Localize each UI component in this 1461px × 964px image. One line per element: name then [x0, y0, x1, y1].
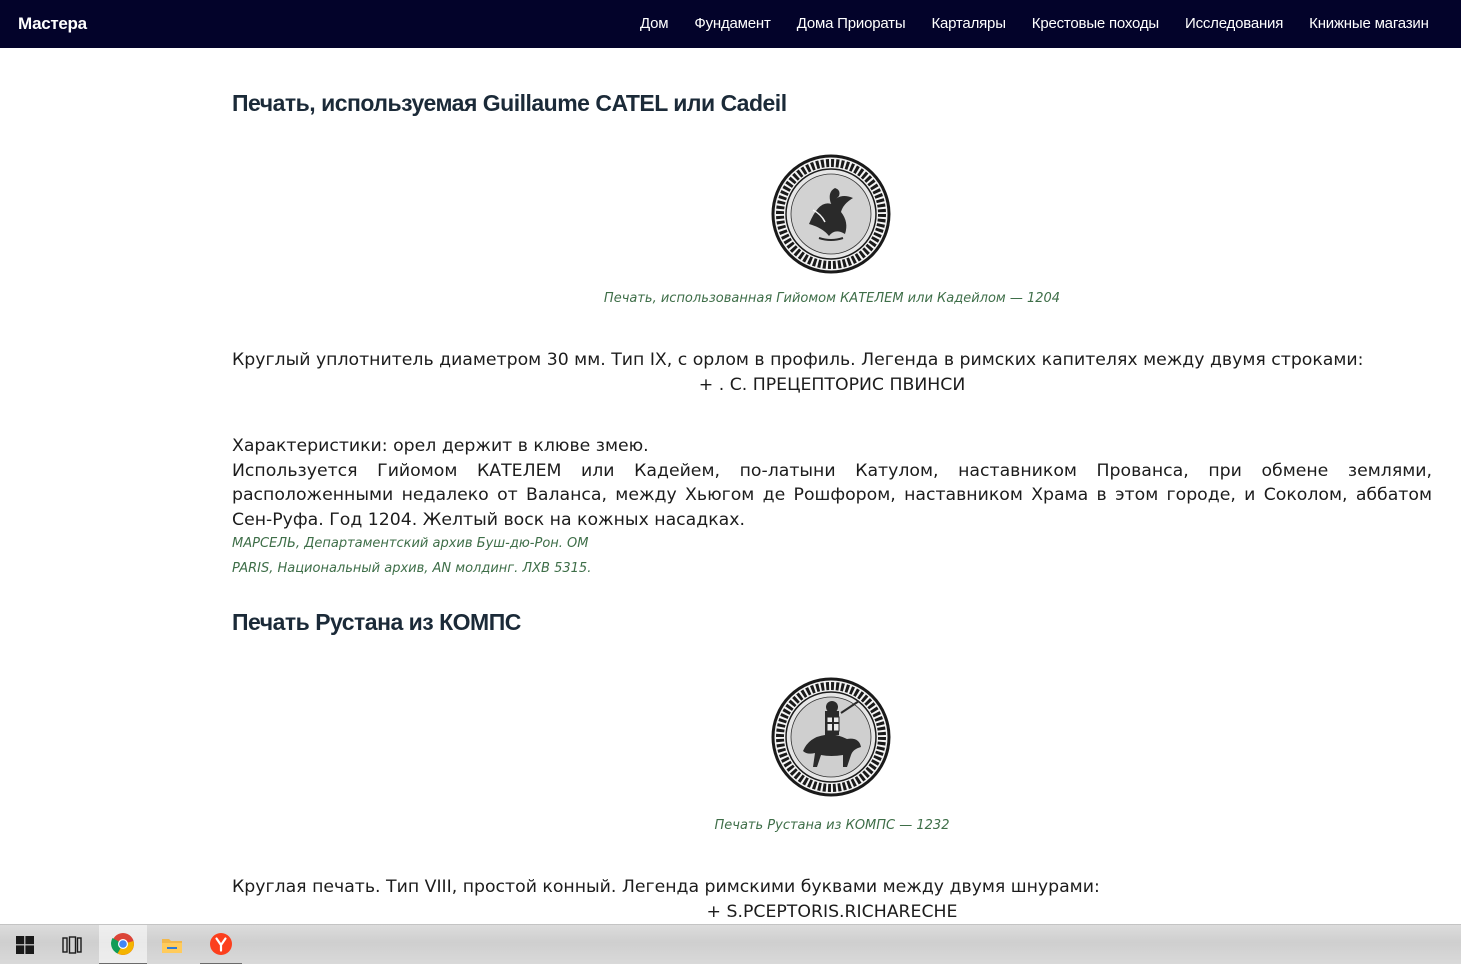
- top-navbar: Мастера Дом Фундамент Дома Приораты Карт…: [0, 0, 1461, 48]
- characteristics-text: Характеристики: орел держит в клюве змею…: [232, 436, 649, 456]
- seal-legend-text: + . С. ПРЕЦЕПТОРИС ПВИНСИ: [698, 374, 966, 395]
- seal-image-horseman: [764, 671, 898, 803]
- seal-details-catel: Характеристики: орел держит в клюве змею…: [232, 434, 1432, 532]
- nav-item-priory-houses[interactable]: Дома Приораты: [797, 15, 906, 32]
- seal-caption-roustan: Печать Рустана из КОМПС — 1232: [714, 818, 950, 833]
- chrome-icon[interactable]: [99, 925, 147, 964]
- description-text: Круглая печать. Тип VIII, простой конный…: [232, 877, 1100, 897]
- nav-item-bookshops[interactable]: Книжные магазин: [1309, 15, 1429, 32]
- source-reference-paris: PARIS, Национальный архив, AN молдинг. Л…: [232, 561, 592, 576]
- seal-caption-catel: Печать, использованная Гийомом КАТЕЛЕМ и…: [603, 291, 1061, 306]
- nav-menu: Дом Фундамент Дома Приораты Карталяры Кр…: [640, 15, 1455, 32]
- nav-item-research[interactable]: Исследования: [1185, 15, 1283, 32]
- source-reference-marseille: МАРСЕЛЬ, Департаментский архив Буш-дю-Ро…: [232, 536, 589, 551]
- windows-start-icon[interactable]: [4, 925, 46, 964]
- nav-item-foundation[interactable]: Фундамент: [694, 15, 770, 32]
- site-brand[interactable]: Мастера: [18, 14, 87, 34]
- seal-legend-text: + S.PCEPTORIS.RICHARECHE: [706, 901, 958, 922]
- windows-taskbar: [0, 924, 1461, 964]
- section-title-catel-seal: Печать, используемая Guillaume CATEL или…: [232, 90, 787, 116]
- seal-description-roustan: Круглая печать. Тип VIII, простой конный…: [232, 875, 1432, 924]
- seal-description-catel: Круглый уплотнитель диаметром 30 мм. Тип…: [232, 348, 1432, 397]
- nav-item-crusades[interactable]: Крестовые походы: [1032, 15, 1159, 32]
- file-explorer-icon[interactable]: [150, 925, 194, 964]
- description-text: Круглый уплотнитель диаметром 30 мм. Тип…: [232, 350, 1364, 370]
- yandex-browser-icon[interactable]: [200, 925, 242, 964]
- task-view-icon[interactable]: [50, 925, 94, 964]
- nav-item-cartularies[interactable]: Карталяры: [931, 15, 1006, 32]
- usage-text: Используется Гийомом КАТЕЛЕМ или Кадейем…: [232, 460, 1432, 530]
- seal-image-eagle: [766, 150, 896, 278]
- nav-item-home[interactable]: Дом: [640, 15, 669, 32]
- section-title-roustan-seal: Печать Рустана из КОМПС: [232, 609, 521, 635]
